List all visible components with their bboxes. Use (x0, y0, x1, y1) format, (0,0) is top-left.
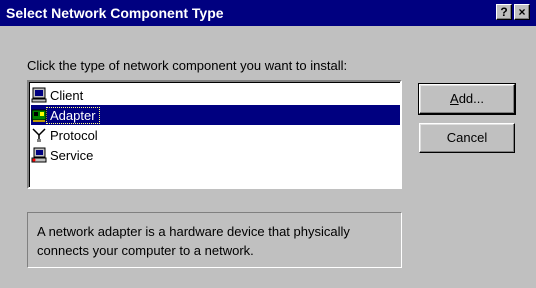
service-icon (31, 147, 47, 163)
add-button[interactable]: Add... (418, 83, 516, 115)
instruction-label: Click the type of network component you … (27, 58, 348, 73)
close-button[interactable]: × (514, 4, 530, 20)
protocol-icon (31, 127, 47, 143)
list-item-label: Protocol (50, 127, 98, 143)
list-item-adapter[interactable]: Adapter (31, 105, 400, 125)
title-bar[interactable]: Select Network Component Type ? × (0, 0, 536, 26)
description-box: A network adapter is a hardware device t… (27, 212, 402, 268)
add-accelerator: A (450, 91, 459, 106)
list-item-client[interactable]: Client (31, 85, 400, 105)
window-title: Select Network Component Type (6, 5, 224, 21)
network-adapter-icon (31, 107, 47, 123)
cancel-button[interactable]: Cancel (419, 123, 515, 153)
list-item-label: Client (50, 87, 84, 103)
help-button[interactable]: ? (496, 4, 512, 20)
list-item-service[interactable]: Service (31, 145, 400, 165)
list-item-protocol[interactable]: Protocol (31, 125, 400, 145)
component-type-list[interactable]: Client Adapter Protocol Service (27, 80, 402, 189)
add-button-label: dd... (458, 91, 484, 106)
list-item-label: Service (50, 147, 94, 163)
list-item-label: Adapter (46, 106, 100, 124)
client-computer-icon (31, 87, 47, 103)
